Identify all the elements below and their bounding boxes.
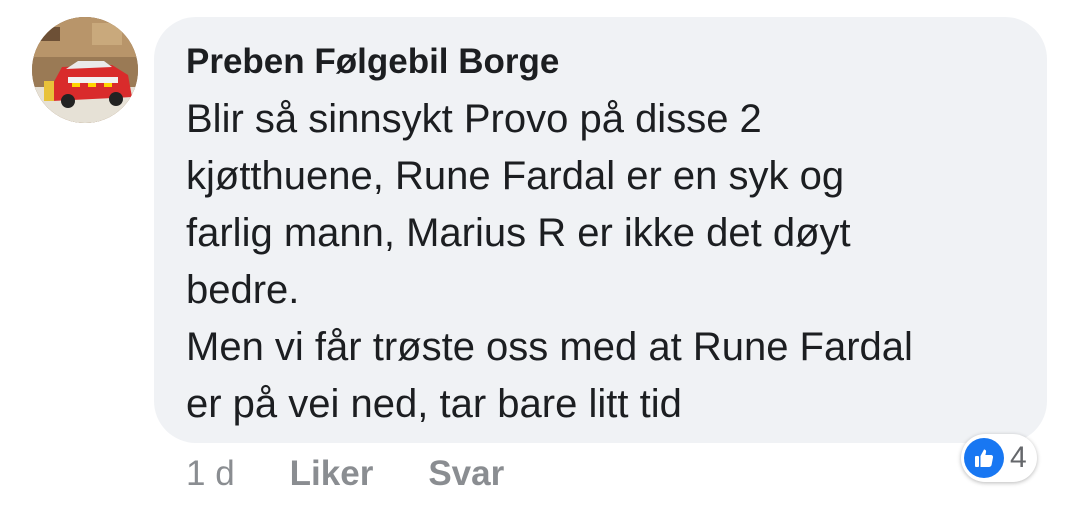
comment-bubble: Preben Følgebil Borge Blir så sinnsykt P… [154,17,1047,443]
comment-line: farlig mann, Marius R er ikke det døyt [186,211,851,255]
reaction-count: 4 [1010,441,1027,474]
avatar[interactable] [32,17,138,123]
thumbs-up-icon [964,438,1004,478]
comment-actions: 1 d Liker Svar [186,450,559,498]
comment: Preben Følgebil Borge Blir så sinnsykt P… [0,0,1080,510]
reply-button[interactable]: Svar [428,454,504,494]
comment-line: kjøtthuene, Rune Fardal er en syk og [186,154,845,198]
timestamp[interactable]: 1 d [186,454,235,494]
comment-line: er på vei ned, tar bare litt tid [186,382,682,426]
avatar-image [32,17,138,123]
comment-line: Men vi får trøste oss med at Rune Fardal [186,325,913,369]
like-button[interactable]: Liker [290,454,374,494]
comment-line: bedre. [186,268,300,312]
reactions-badge[interactable]: 4 [961,434,1037,482]
comment-line: Blir så sinnsykt Provo på disse 2 [186,97,762,141]
author-name[interactable]: Preben Følgebil Borge [186,39,1023,85]
comment-text: Blir så sinnsykt Provo på disse 2 kjøtth… [186,91,1023,433]
